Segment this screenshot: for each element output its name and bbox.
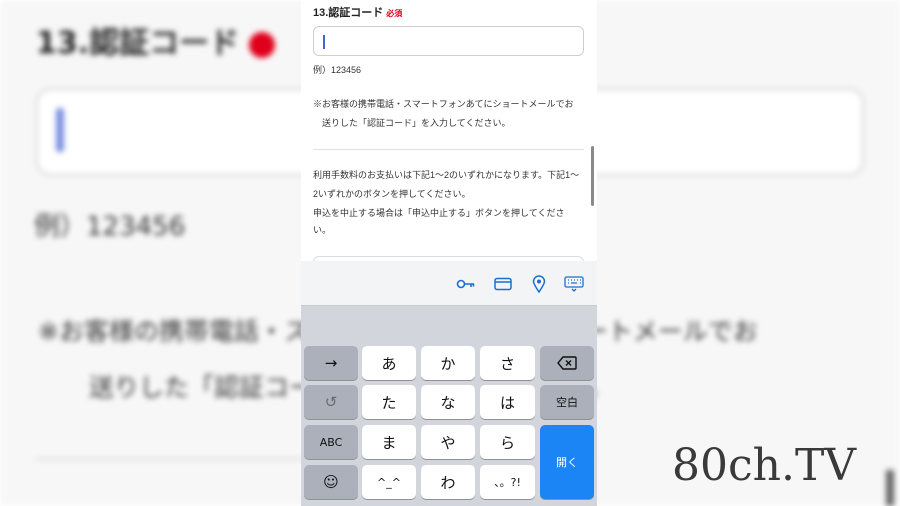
text-caret [323, 35, 325, 49]
bg-caret [56, 108, 64, 152]
key-a[interactable]: あ [362, 346, 416, 380]
auth-code-input[interactable] [313, 26, 584, 56]
key-ka[interactable]: か [421, 346, 475, 380]
key-backspace[interactable] [540, 346, 594, 380]
key-sa[interactable]: さ [480, 346, 535, 380]
note-line-1: ※お客様の携帯電話・スマートフォンあてにショートメールでお [313, 99, 574, 109]
credit-card-icon[interactable] [493, 274, 513, 294]
note-line-2: 送りした「認証コード」を入力してください。 [313, 118, 511, 128]
key-punctuation[interactable]: 、。?! [480, 465, 535, 499]
key-abc[interactable]: ABC [304, 425, 358, 459]
key-arrow-next[interactable]: → [304, 346, 358, 380]
backspace-icon [557, 356, 577, 370]
section-divider [313, 149, 584, 150]
key-ta[interactable]: た [362, 385, 416, 419]
key-kaomoji[interactable]: ^_^ [362, 465, 416, 499]
watermark-logo: 80ch.TV [672, 440, 857, 491]
key-space[interactable]: 空白 [540, 385, 594, 419]
key-undo[interactable]: ↺ [304, 385, 358, 419]
bg-example-text: 例）123456 [34, 212, 186, 242]
key-ha[interactable]: は [480, 385, 535, 419]
payment-line-3: 申込を中止する場合は「申込中止する」ボタンを押してくださ [313, 208, 565, 218]
keyboard-toolbar [301, 261, 597, 306]
bg-scroll-bar [886, 470, 894, 506]
payment-line-2: 2いずれかのボタンを押してください。 [313, 189, 471, 199]
key-ya[interactable]: や [421, 425, 475, 459]
location-pin-icon[interactable] [529, 274, 549, 294]
bg-field-label: 13.認証コード [36, 18, 276, 62]
key-icon[interactable] [456, 274, 476, 294]
key-wa[interactable]: わ [421, 465, 475, 499]
payment-line-4: い。 [313, 225, 332, 235]
scroll-indicator[interactable] [591, 146, 594, 206]
keyboard-icon[interactable] [564, 274, 584, 294]
key-open[interactable]: 開く [540, 425, 594, 499]
phone-screen: 13.認証コード 必須 例）123456 ※お客様の携帯電話・スマートフォンあてに… [301, 0, 597, 506]
key-ra[interactable]: ら [480, 425, 535, 459]
required-badge: 必須 [386, 9, 403, 18]
field-label: 13.認証コード 必須 [313, 4, 402, 20]
key-ma[interactable]: ま [362, 425, 416, 459]
japanese-keyboard: → あ か さ ↺ た な は 空白 ABC ま や ら 開く ☺ ^_^ わ … [301, 306, 597, 506]
field-label-text: 13.認証コード [313, 7, 384, 19]
emoji-key[interactable]: ☺ [304, 465, 358, 499]
example-text: 例）123456 [313, 65, 362, 75]
key-na[interactable]: な [421, 385, 475, 419]
payment-line-1: 利用手数料のお支払いは下記1〜2のいずれかになります。下記1〜 [313, 170, 580, 180]
